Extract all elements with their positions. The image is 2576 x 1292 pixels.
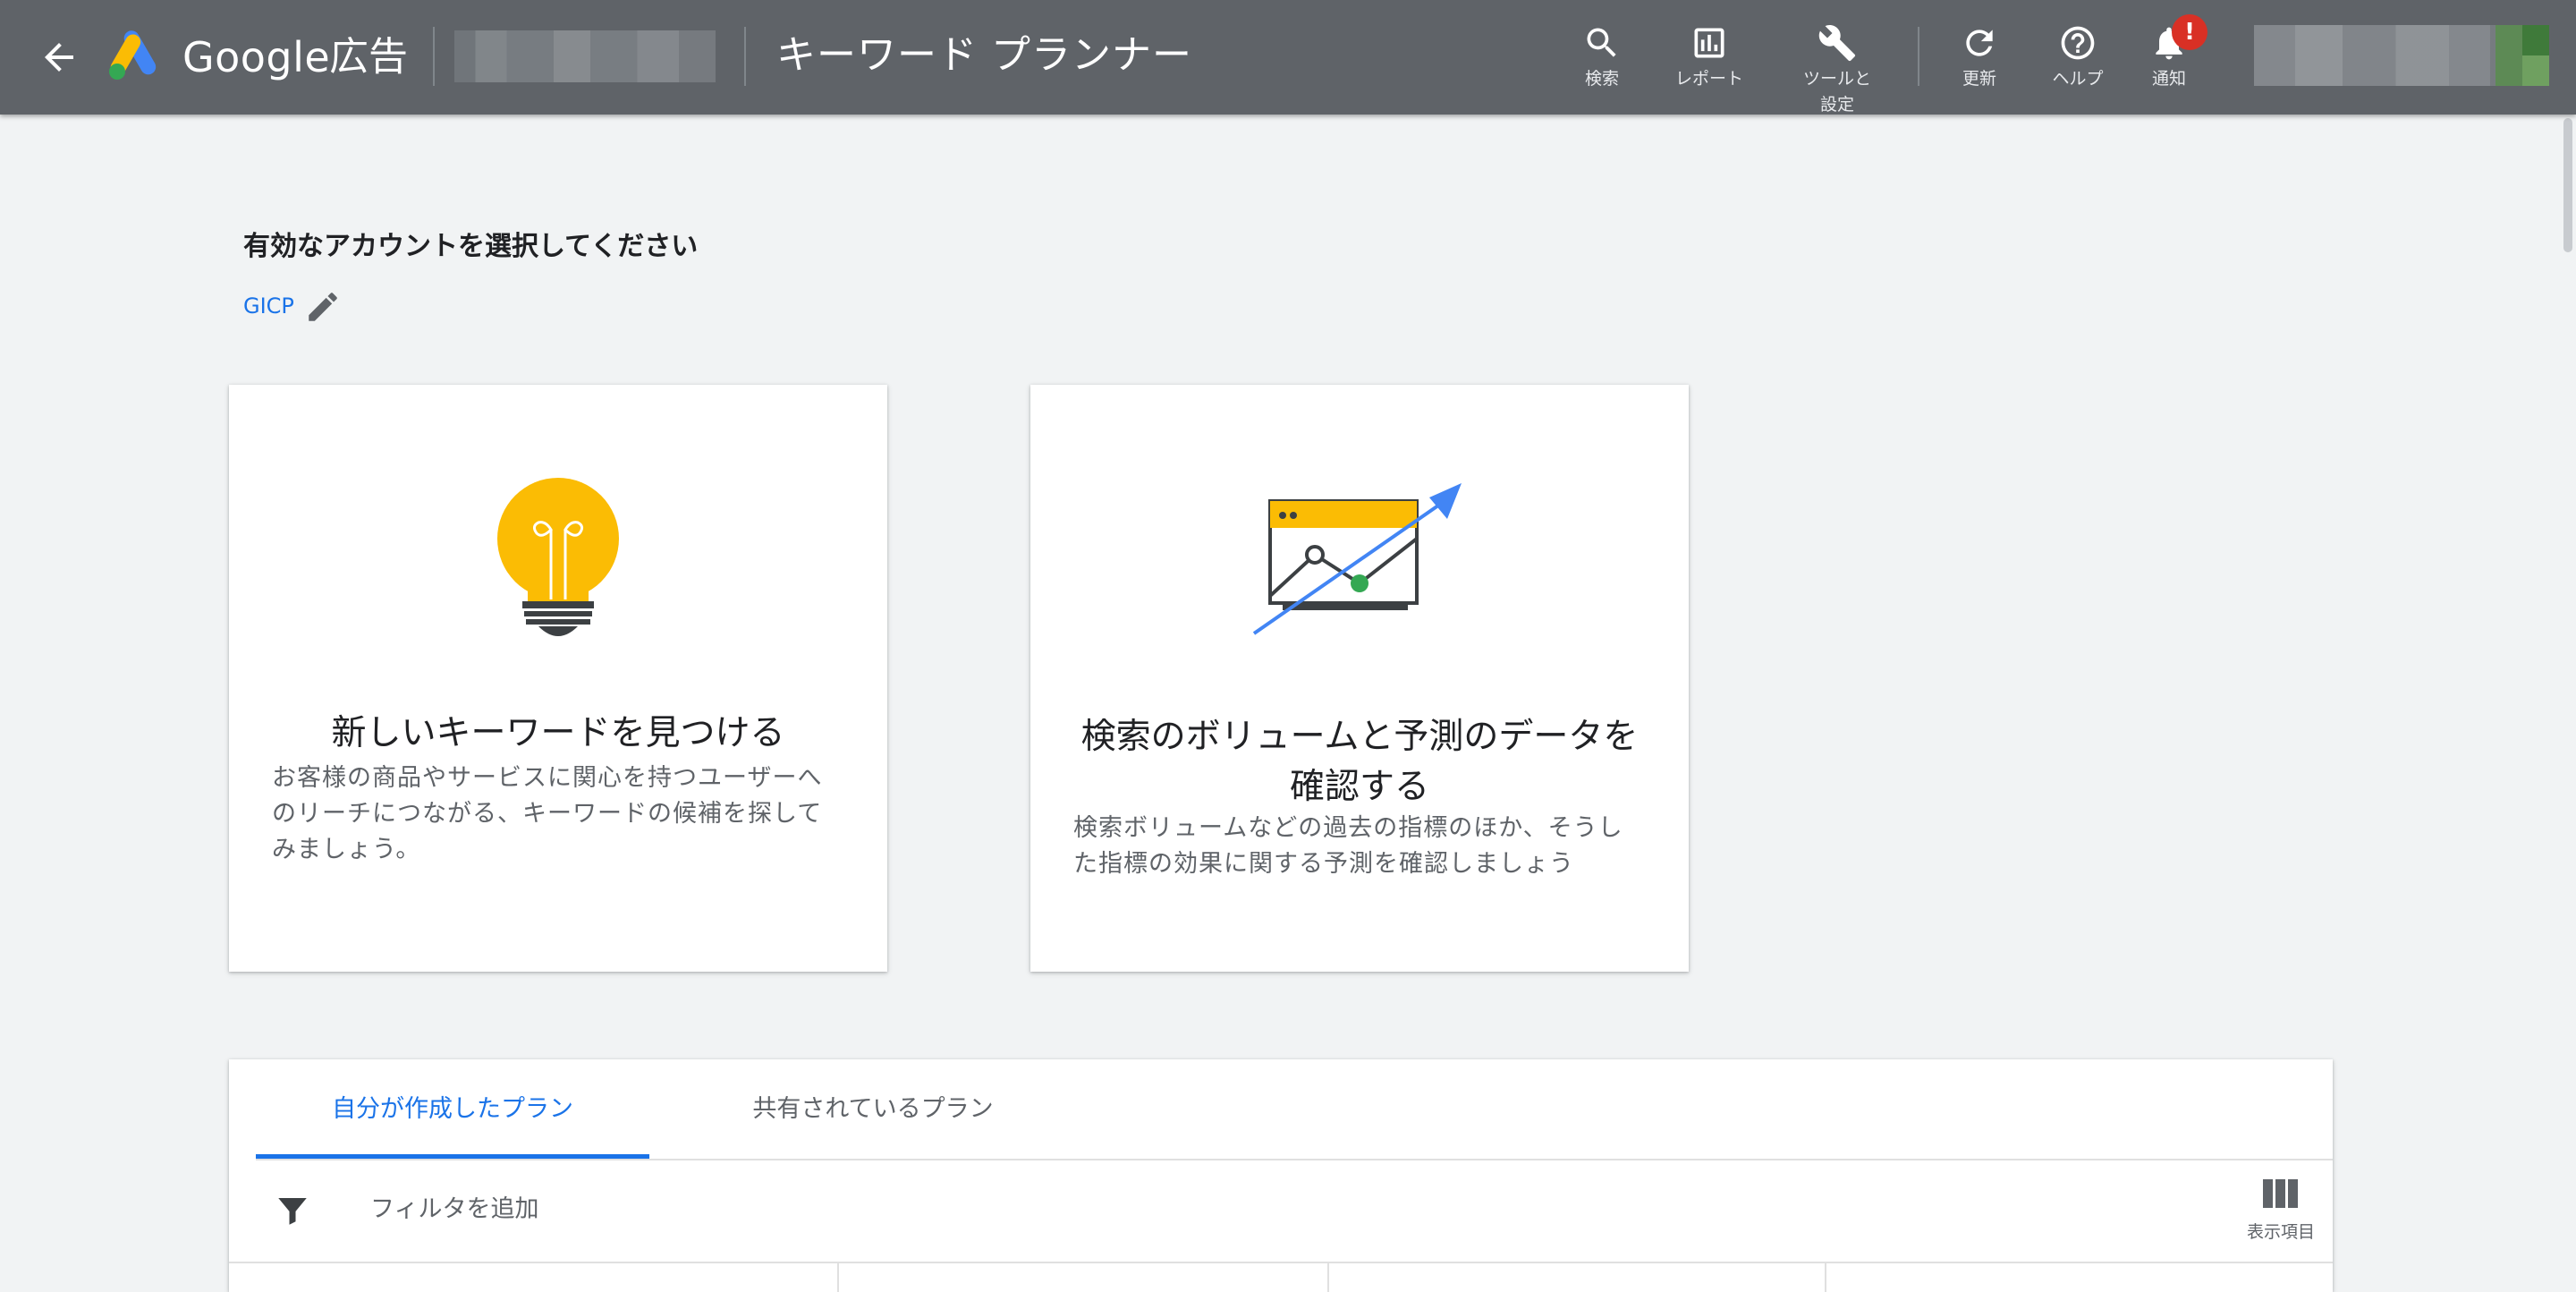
edit-pencil-icon[interactable] bbox=[304, 288, 342, 326]
help-icon bbox=[2061, 26, 2095, 60]
discover-keywords-description: お客様の商品やサービスに関心を持つユーザーへのリーチにつながる、キーワードの候補… bbox=[272, 764, 823, 863]
topbar-divider bbox=[433, 27, 435, 86]
tools-settings-button[interactable]: ツールと 設定 bbox=[1788, 23, 1886, 115]
filter-row-divider bbox=[229, 1262, 2333, 1263]
brand-ads-text: 広告 bbox=[329, 34, 408, 80]
page-scrollbar[interactable] bbox=[2560, 115, 2576, 1265]
tools-settings-label: ツールと 設定 bbox=[1802, 69, 1871, 115]
search-icon bbox=[1587, 28, 1616, 57]
account-switcher[interactable] bbox=[454, 30, 716, 82]
columns-button-label[interactable]: 表示項目 bbox=[2236, 1220, 2326, 1244]
add-filter-button[interactable]: フィルタを追加 bbox=[370, 1190, 538, 1229]
discover-keywords-title: 新しいキーワードを見つける bbox=[331, 713, 785, 753]
reports-icon bbox=[1694, 28, 1724, 58]
search-volume-forecast-title: 検索のボリュームと予測のデータを確認する bbox=[1080, 717, 1639, 807]
account-select-heading: 有効なアカウントを選択してください bbox=[243, 231, 699, 262]
notifications-label: 通知 bbox=[2151, 69, 2186, 89]
page-title: キーワード プランナー bbox=[776, 32, 1192, 78]
forecast-chart-icon bbox=[1252, 483, 1462, 635]
column-separator bbox=[837, 1263, 839, 1292]
reports-label: レポート bbox=[1674, 69, 1743, 89]
help-button[interactable]: ヘルプ bbox=[2029, 23, 2127, 113]
discover-keywords-card[interactable]: 新しいキーワードを見つける お客様の商品やサービスに関心を持つユーザーへのリーチ… bbox=[229, 385, 887, 972]
column-separator bbox=[1327, 1263, 1329, 1292]
account-name-link[interactable]: GICP bbox=[243, 288, 294, 324]
search-volume-forecast-card[interactable]: 検索のボリュームと予測のデータを確認する 検索ボリュームなどの過去の指標のほか、… bbox=[1030, 385, 1689, 972]
help-label: ヘルプ bbox=[2052, 69, 2104, 89]
refresh-label: 更新 bbox=[1962, 69, 1996, 89]
columns-icon[interactable] bbox=[2263, 1177, 2299, 1210]
tab-my-plans[interactable]: 自分が作成したプラン bbox=[256, 1059, 649, 1160]
back-arrow-icon[interactable] bbox=[38, 36, 80, 79]
tools-icon bbox=[1818, 25, 1856, 62]
filter-icon[interactable] bbox=[274, 1192, 311, 1229]
reports-button[interactable]: レポート bbox=[1660, 23, 1758, 113]
scrollbar-thumb[interactable] bbox=[2563, 118, 2572, 252]
topbar-divider bbox=[744, 27, 746, 86]
notification-badge[interactable]: ! bbox=[2172, 14, 2207, 50]
top-app-bar: Google 広告 キーワード プランナー 検索 レポート ツールと 設定 更新… bbox=[0, 0, 2576, 115]
topbar-divider bbox=[1918, 27, 1919, 86]
tabs-divider bbox=[256, 1159, 2333, 1160]
search-volume-forecast-description: 検索ボリュームなどの過去の指標のほか、そうした指標の効果に関する予測を確認しまし… bbox=[1073, 814, 1623, 878]
search-label: 検索 bbox=[1584, 69, 1619, 89]
tab-shared-plans[interactable]: 共有されているプラン bbox=[676, 1059, 1070, 1160]
column-separator bbox=[1825, 1263, 1826, 1292]
user-account-menu[interactable] bbox=[2254, 25, 2549, 86]
plans-panel: 自分が作成したプラン 共有されているプラン フィルタを追加 表示項目 bbox=[229, 1059, 2333, 1292]
lightbulb-icon bbox=[497, 478, 619, 636]
search-button[interactable]: 検索 bbox=[1553, 23, 1651, 113]
brand-google-text: Google bbox=[182, 33, 331, 81]
refresh-icon bbox=[1966, 30, 1993, 56]
google-ads-logo[interactable] bbox=[106, 27, 165, 82]
refresh-button[interactable]: 更新 bbox=[1930, 23, 2029, 113]
